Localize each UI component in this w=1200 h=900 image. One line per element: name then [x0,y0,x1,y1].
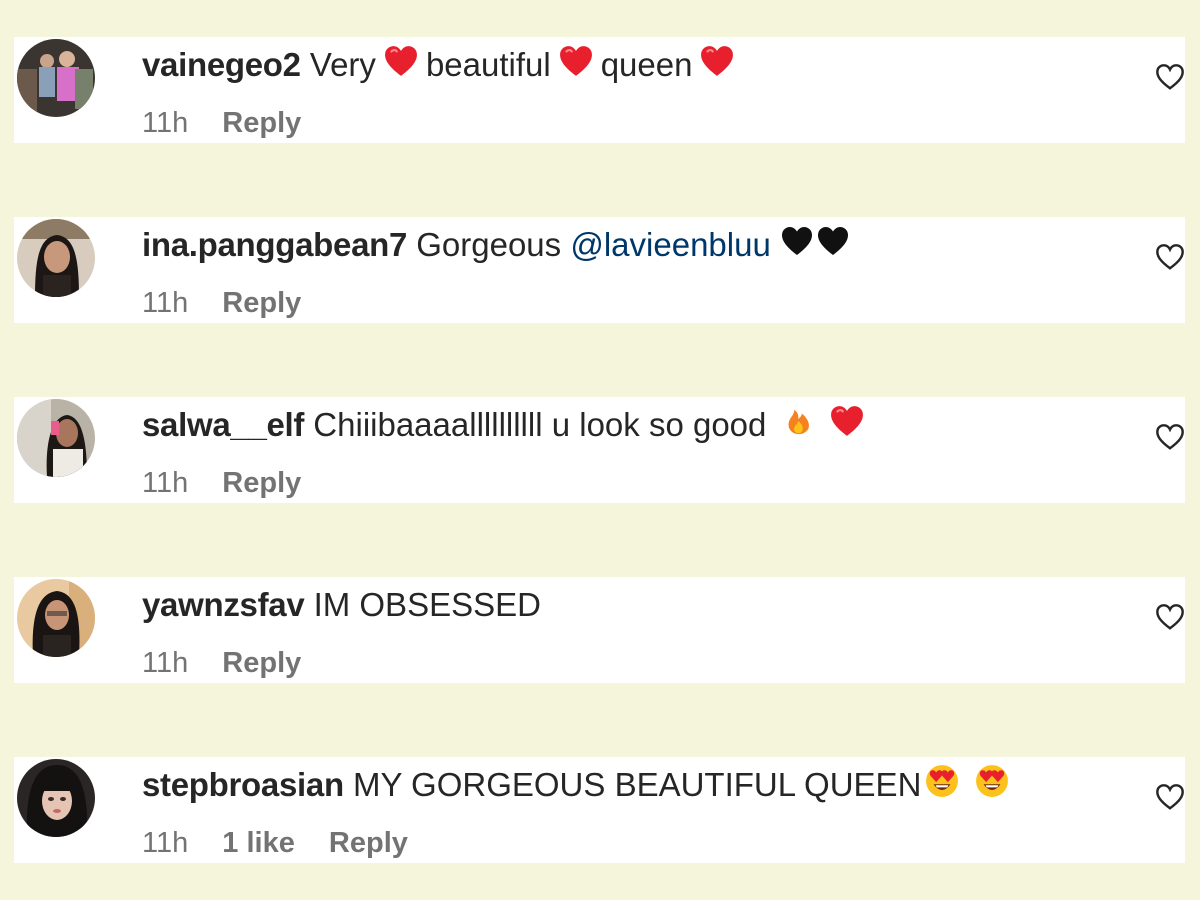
black-heart-icon [817,225,849,265]
comment-text: stepbroasian MY GORGEOUS BEAUTIFUL QUEEN [142,764,1017,809]
username[interactable]: stepbroasian [142,766,344,803]
comment-text: yawnzsfav IM OBSESSED [142,585,541,625]
timestamp: 11h [142,287,189,319]
comment-meta: 11h Reply [142,285,327,321]
reply-button[interactable]: Reply [222,467,301,499]
like-heart-icon[interactable] [1155,782,1185,812]
red-heart-icon [558,44,593,86]
comment-text: salwa__elf Chiiibaaaallllllllll u look s… [142,404,872,449]
comment-card: salwa__elf Chiiibaaaallllllllll u look s… [14,397,1185,503]
avatar[interactable] [17,219,95,297]
like-heart-icon[interactable] [1155,602,1185,632]
comment-text: vainegeo2 Very beautiful queen [142,44,742,88]
timestamp: 11h [142,827,189,859]
reply-button[interactable]: Reply [329,827,408,859]
comment-meta: 11h Reply [142,645,327,681]
avatar[interactable] [17,39,95,117]
comment-card: yawnzsfav IM OBSESSED 11h Reply [14,577,1185,683]
comment-card: ina.panggabean7 Gorgeous @lavieenbluu 11… [14,217,1185,323]
mention-link[interactable]: @lavieenbluu [570,226,770,263]
username[interactable]: vainegeo2 [142,46,301,83]
username[interactable]: ina.panggabean7 [142,226,407,263]
reply-button[interactable]: Reply [222,287,301,319]
fire-icon [784,404,814,447]
reply-button[interactable]: Reply [222,647,301,679]
timestamp: 11h [142,107,189,139]
comment-word: MY GORGEOUS BEAUTIFUL QUEEN [352,766,922,803]
username[interactable]: salwa__elf [142,406,304,443]
comment-word: Very [309,46,376,83]
username[interactable]: yawnzsfav [142,586,305,623]
comment-card: stepbroasian MY GORGEOUS BEAUTIFUL QUEEN… [14,757,1185,863]
comment-word: Gorgeous [416,226,562,263]
timestamp: 11h [142,467,189,499]
comment-meta: 11h Reply [142,465,327,501]
reply-button[interactable]: Reply [222,107,301,139]
comment-word: IM OBSESSED [313,586,541,623]
like-heart-icon[interactable] [1155,62,1185,92]
comment-meta: 11h 1 like Reply [142,825,434,861]
timestamp: 11h [142,647,189,679]
heart-eyes-face-icon [975,764,1009,807]
red-heart-icon [830,404,865,446]
avatar[interactable] [17,579,95,657]
likes-count[interactable]: 1 like [222,827,295,859]
red-heart-icon [383,44,418,86]
like-heart-icon[interactable] [1155,422,1185,452]
avatar[interactable] [17,759,95,837]
black-heart-icon [781,225,813,265]
like-heart-icon[interactable] [1155,242,1185,272]
comment-word: queen [600,46,693,83]
comment-text: ina.panggabean7 Gorgeous @lavieenbluu [142,225,851,267]
red-heart-icon [700,44,735,86]
comment-word: beautiful [425,46,551,83]
avatar[interactable] [17,399,95,477]
comment-meta: 11h Reply [142,105,327,141]
comment-card: vainegeo2 Very beautiful queen 11h Reply [14,37,1185,143]
comment-word: Chiiibaaaallllllllll u look so good [313,406,767,443]
heart-eyes-face-icon [925,764,959,807]
